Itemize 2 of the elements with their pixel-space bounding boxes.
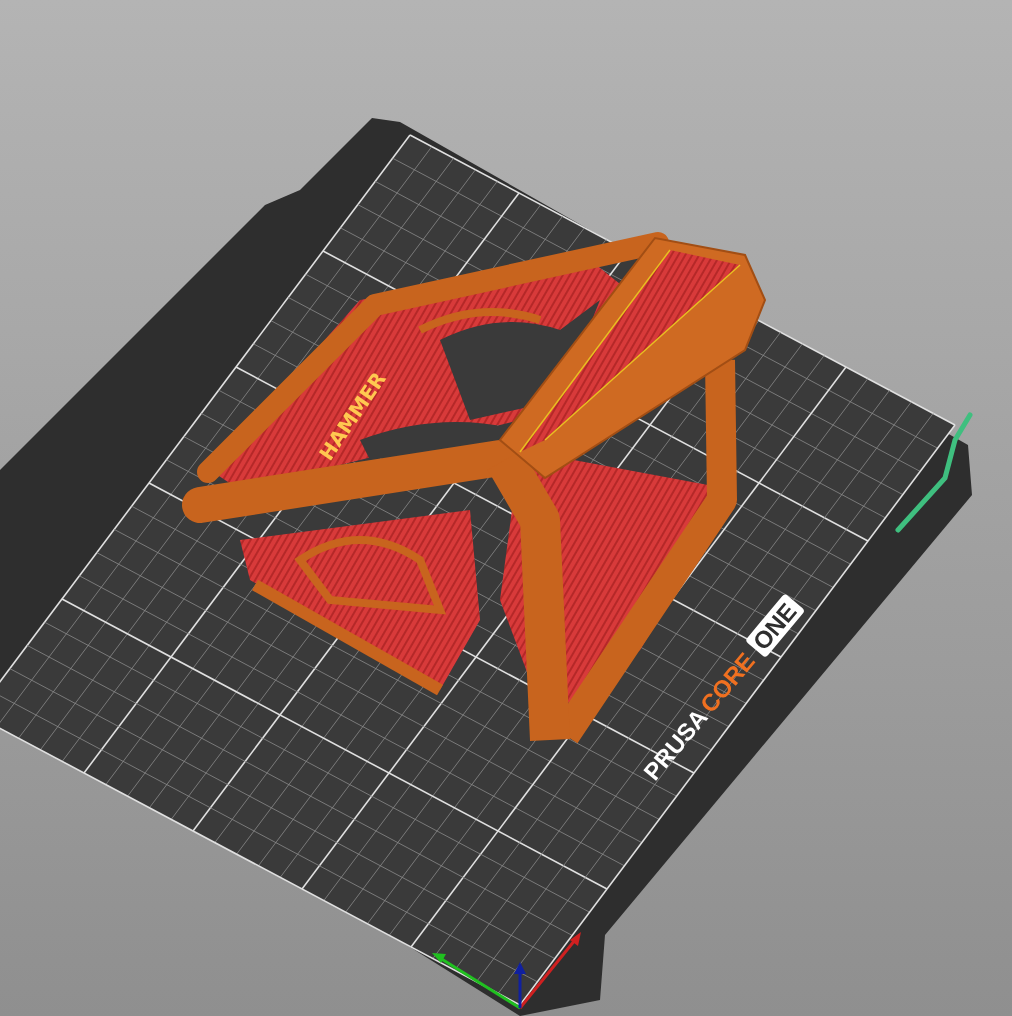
axes-icon: [432, 932, 581, 1010]
tool-marker-icon: [895, 412, 973, 533]
